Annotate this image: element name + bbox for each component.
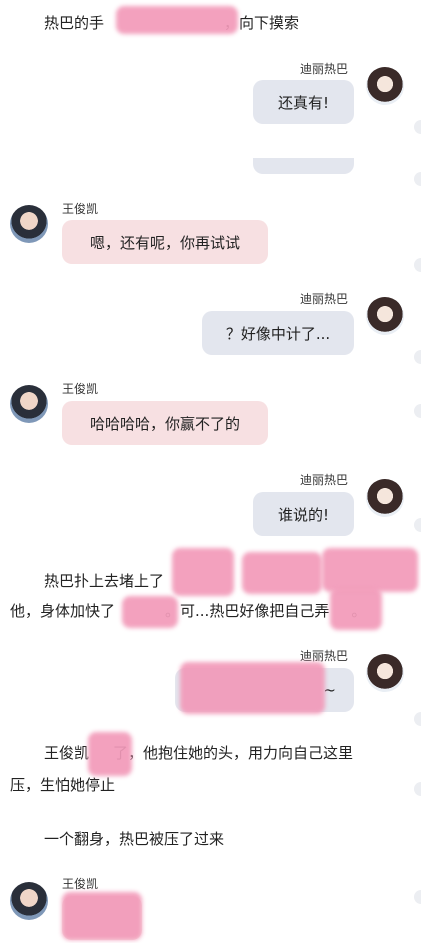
avatar-dilireba[interactable] bbox=[366, 297, 404, 335]
redaction-mark bbox=[330, 588, 382, 630]
message-bubble[interactable]: 还真有! bbox=[253, 80, 354, 124]
edge-handle bbox=[414, 404, 421, 418]
narration-text: 他，身体加快了 bbox=[10, 602, 116, 620]
sender-name: 迪丽热巴 bbox=[300, 292, 349, 306]
redaction-mark bbox=[62, 892, 142, 940]
message-text: ~ bbox=[323, 681, 336, 699]
sender-name: 迪丽热巴 bbox=[300, 473, 349, 487]
message-bubble-partial[interactable] bbox=[253, 158, 354, 174]
message-bubble[interactable]: 嗯，还有呢，你再试试 bbox=[62, 220, 268, 264]
message-bubble[interactable]: ？好像中计了... bbox=[202, 311, 354, 355]
sender-name: 王俊凯 bbox=[62, 202, 99, 216]
edge-handle bbox=[414, 172, 421, 186]
message-text: 谁说的! bbox=[277, 505, 329, 524]
narration-text: 一个翻身，热巴被压了过来 bbox=[44, 830, 225, 848]
message-text: 嗯，还有呢，你再试试 bbox=[89, 233, 240, 252]
redaction-mark bbox=[242, 552, 322, 594]
narration-line-6: 一个翻身，热巴被压了过来 bbox=[44, 826, 224, 853]
narration-line-3: 他，身体加快了。可...热巴好像把自己弄。 bbox=[10, 598, 366, 625]
message-text: 还真有! bbox=[277, 93, 329, 112]
avatar-wangjunkai[interactable] bbox=[10, 385, 48, 423]
edge-handle bbox=[414, 890, 421, 904]
edge-handle bbox=[414, 350, 421, 364]
sender-name: 王俊凯 bbox=[62, 382, 99, 396]
message-text: ？好像中计了... bbox=[225, 324, 331, 343]
avatar-wangjunkai[interactable] bbox=[10, 205, 48, 243]
redaction-mark bbox=[122, 596, 178, 628]
redaction-mark bbox=[180, 662, 325, 714]
edge-handle bbox=[414, 258, 421, 272]
narration-text: 热巴扑上去堵上了 bbox=[44, 572, 165, 590]
edge-handle bbox=[414, 712, 421, 726]
narration-text: 热巴的手 bbox=[44, 14, 105, 32]
redaction-mark bbox=[88, 732, 132, 776]
narration-text: 压，生怕她停止 bbox=[10, 776, 116, 794]
redaction-mark bbox=[172, 548, 234, 596]
avatar-dilireba[interactable] bbox=[366, 479, 404, 517]
narration-line-5: 压，生怕她停止 bbox=[10, 772, 115, 799]
edge-handle bbox=[414, 120, 421, 134]
sender-name: 迪丽热巴 bbox=[300, 62, 349, 76]
message-bubble[interactable]: 哈哈哈哈，你赢不了的 bbox=[62, 401, 268, 445]
edge-handle bbox=[414, 782, 421, 796]
narration-text: 王俊凯 bbox=[44, 744, 90, 762]
avatar-dilireba[interactable] bbox=[366, 654, 404, 692]
avatar-dilireba[interactable] bbox=[366, 67, 404, 105]
edge-handle bbox=[414, 518, 421, 532]
narration-line-2: 热巴扑上去堵上了 bbox=[44, 568, 164, 595]
redaction-mark bbox=[116, 6, 238, 34]
message-text: 哈哈哈哈，你赢不了的 bbox=[89, 414, 240, 433]
narration-text: 了，他抱住她的头，用力向自己这里 bbox=[113, 744, 354, 762]
narration-text: 。可...热巴好像把自己弄 bbox=[165, 602, 330, 620]
sender-name: 王俊凯 bbox=[62, 877, 99, 891]
message-bubble[interactable]: 谁说的! bbox=[253, 492, 354, 536]
avatar-wangjunkai[interactable] bbox=[10, 882, 48, 920]
redaction-mark bbox=[322, 548, 418, 592]
